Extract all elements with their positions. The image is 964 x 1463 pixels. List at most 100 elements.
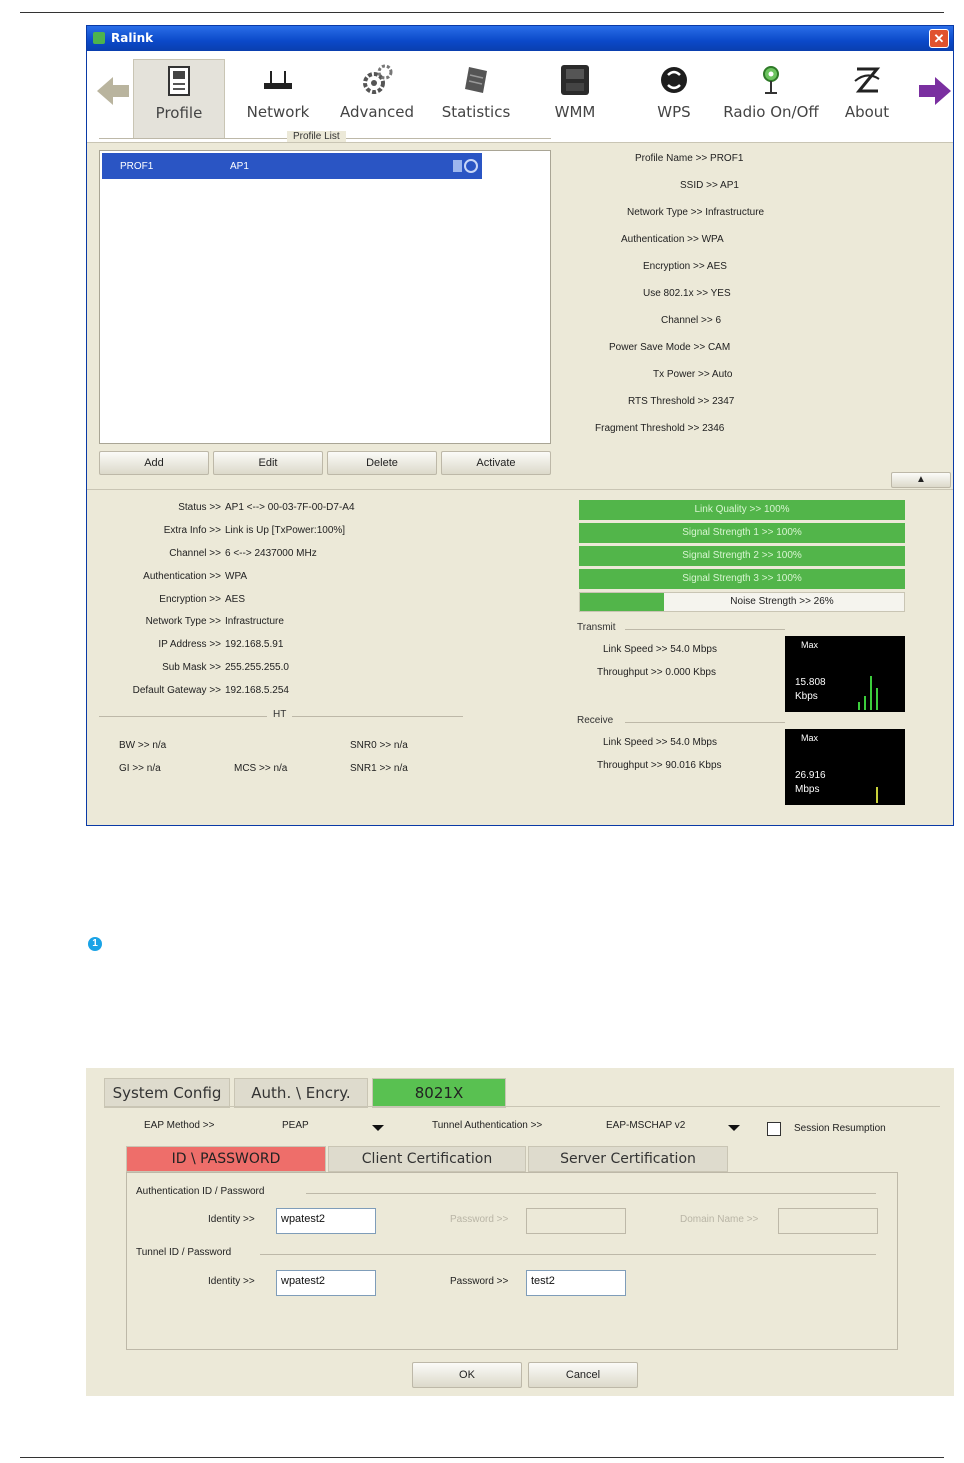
toolbar-radio-onoff[interactable]: Radio On/Off <box>719 59 823 139</box>
toolbar-advanced[interactable]: Advanced <box>331 59 423 139</box>
tunnel-identity-input[interactable]: wpatest2 <box>276 1270 376 1296</box>
detail-rts-threshold: RTS Threshold >> 2347 <box>628 396 735 407</box>
sub-mask-value: 255.255.255.0 <box>225 662 289 673</box>
close-button[interactable]: ✕ <box>929 29 949 48</box>
network-type-label: Network Type >> <box>145 616 221 627</box>
toolbar-label: Statistics <box>441 103 511 121</box>
toolbar-label: WMM <box>554 103 596 121</box>
signal-strength-1-bar: Signal Strength 1 >> 100% <box>579 523 905 543</box>
about-icon <box>854 67 881 93</box>
tab-server-certification[interactable]: Server Certification <box>528 1146 728 1172</box>
sub-mask-label: Sub Mask >> <box>162 662 221 673</box>
wmm-icon <box>561 65 589 95</box>
toolbar-profile[interactable]: Profile <box>133 59 225 139</box>
encryption-value: AES <box>225 594 246 605</box>
detail-encryption: Encryption >> AES <box>643 261 727 272</box>
eap-method-chevron-down-icon[interactable] <box>372 1125 384 1131</box>
app-logo-icon <box>93 32 105 44</box>
transmit-divider <box>625 629 785 630</box>
detail-ssid: SSID >> AP1 <box>680 180 739 191</box>
tab-auth-encry[interactable]: Auth. \ Encry. <box>234 1078 368 1108</box>
toolbar-label: About <box>844 103 890 121</box>
toolbar-network[interactable]: Network <box>232 59 324 139</box>
tunnel-identity-label: Identity >> <box>208 1276 255 1287</box>
receive-graph-plot <box>876 787 878 803</box>
toolbar-wmm[interactable]: WMM <box>529 59 621 139</box>
detail-tx-power: Tx Power >> Auto <box>653 369 733 380</box>
back-arrow-icon[interactable] <box>93 71 133 111</box>
ht-snr1: SNR1 >> n/a <box>350 763 408 774</box>
authentication-value: WPA <box>225 571 248 582</box>
tunnel-password-input[interactable]: test2 <box>526 1270 626 1296</box>
password-label: Password >> <box>450 1214 509 1225</box>
ip-address-label: IP Address >> <box>158 639 221 650</box>
advanced-icon <box>363 64 393 94</box>
add-button[interactable]: Add <box>99 451 209 475</box>
toolbar-about[interactable]: About <box>821 59 913 139</box>
toolbar-statistics[interactable]: Statistics <box>430 59 522 139</box>
tab-system-config[interactable]: System Config <box>104 1078 230 1108</box>
tunnel-group-divider <box>260 1254 876 1255</box>
page-top-rule <box>20 12 944 13</box>
detail-profile-name: Profile Name >> PROF1 <box>635 153 744 164</box>
transmit-title: Transmit <box>573 622 620 633</box>
auth-group-title: Authentication ID / Password <box>136 1186 265 1197</box>
radio-icon <box>763 66 779 94</box>
eap-method-label: EAP Method >> <box>144 1120 215 1131</box>
receive-divider <box>625 722 785 723</box>
auth-group-divider <box>306 1193 876 1194</box>
tunnel-auth-chevron-down-icon[interactable] <box>728 1125 740 1131</box>
forward-arrow-icon[interactable] <box>915 71 955 111</box>
receive-throughput: Throughput >> 90.016 Kbps <box>597 760 722 771</box>
profile-row[interactable]: PROF1 AP1 <box>102 153 482 179</box>
delete-button[interactable]: Delete <box>327 451 437 475</box>
extra-info-value: Link is Up [TxPower:100%] <box>225 525 346 536</box>
tunnel-auth-select[interactable]: EAP-MSCHAP v2 <box>606 1120 685 1131</box>
detail-power-save-mode: Power Save Mode >> CAM <box>609 342 731 353</box>
password-input[interactable] <box>526 1208 626 1234</box>
eap-method-select[interactable]: PEAP <box>282 1120 309 1131</box>
default-gateway-label: Default Gateway >> <box>132 685 221 696</box>
detail-network-type: Network Type >> Infrastructure <box>627 207 765 218</box>
toolbar-wps[interactable]: WPS <box>628 59 720 139</box>
cancel-button[interactable]: Cancel <box>528 1362 638 1388</box>
identity-label: Identity >> <box>208 1214 255 1225</box>
noise-strength-text: Noise Strength >> 26% <box>730 596 834 607</box>
section-separator <box>87 489 953 490</box>
transmit-graph: Max 15.808 Kbps <box>785 636 905 712</box>
transmit-throughput: Throughput >> 0.000 Kbps <box>597 667 716 678</box>
profile-row-ssid: AP1 <box>230 161 249 172</box>
channel-value: 6 <--> 2437000 MHz <box>225 548 317 559</box>
window-title: Ralink <box>111 31 154 45</box>
tab-8021x[interactable]: 8021X <box>372 1078 506 1108</box>
status-value: AP1 <--> 00-03-7F-00-D7-A4 <box>225 502 355 513</box>
collapse-toggle-button[interactable]: ▲ <box>891 472 951 488</box>
session-resumption-checkbox[interactable] <box>767 1122 781 1136</box>
receive-graph: Max 26.916 Mbps <box>785 729 905 805</box>
title-bar[interactable]: Ralink ✕ <box>87 26 953 51</box>
ht-bw: BW >> n/a <box>119 740 167 751</box>
tab-id-password[interactable]: ID \ PASSWORD <box>126 1146 326 1172</box>
ip-address-value: 192.168.5.91 <box>225 639 284 650</box>
ok-button[interactable]: OK <box>412 1362 522 1388</box>
encryption-label: Encryption >> <box>159 594 221 605</box>
profile-list[interactable]: PROF1 AP1 <box>99 150 551 444</box>
domain-name-input[interactable] <box>778 1208 878 1234</box>
channel-label: Channel >> <box>169 548 221 559</box>
status-label: Status >> <box>178 502 221 513</box>
connected-status-icon <box>453 159 478 173</box>
toolbar-label: WPS <box>657 103 691 121</box>
ht-gi: GI >> n/a <box>119 763 161 774</box>
detail-fragment-threshold: Fragment Threshold >> 2346 <box>595 423 725 434</box>
profile-icon <box>168 66 190 96</box>
toolbar-label: Advanced <box>339 103 415 121</box>
edit-button[interactable]: Edit <box>213 451 323 475</box>
tab-client-certification[interactable]: Client Certification <box>328 1146 526 1172</box>
toolbar-label: Radio On/Off <box>723 103 819 121</box>
wps-icon <box>661 67 687 93</box>
identity-input[interactable]: wpatest2 <box>276 1208 376 1234</box>
authentication-label: Authentication >> <box>143 571 221 582</box>
activate-button[interactable]: Activate <box>441 451 551 475</box>
default-gateway-value: 192.168.5.254 <box>225 685 289 696</box>
link-quality-bar: Link Quality >> 100% <box>579 500 905 520</box>
